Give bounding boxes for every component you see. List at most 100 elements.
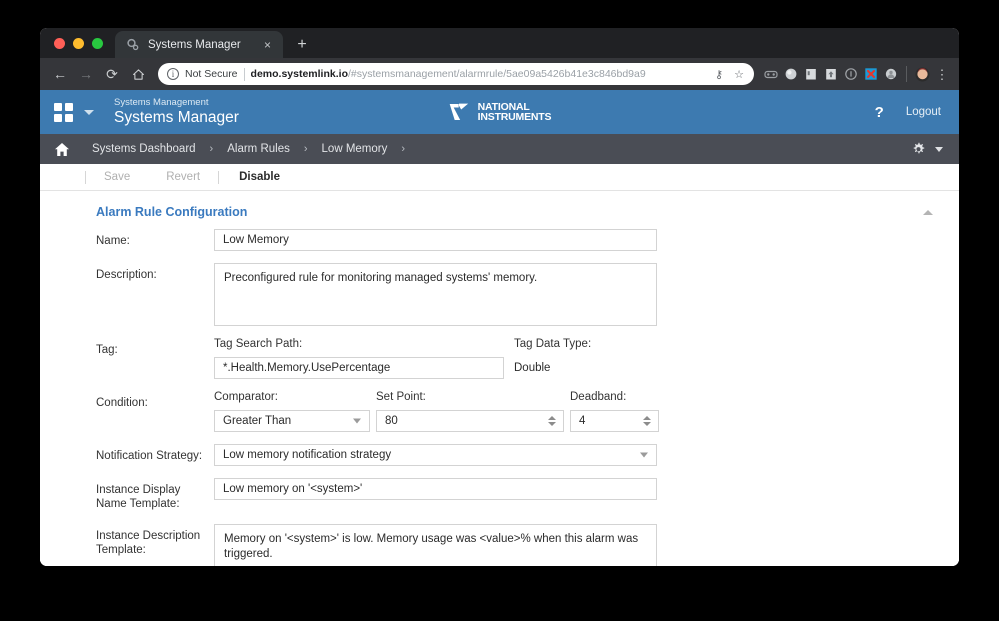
apps-grid-icon[interactable]: [54, 102, 73, 122]
profile-avatar[interactable]: [914, 66, 931, 83]
chevron-right-icon: ›: [303, 143, 308, 155]
save-button[interactable]: Save: [86, 171, 148, 183]
tag-data-type-group: Tag Data Type: Double: [514, 338, 955, 379]
name-input[interactable]: Low Memory: [214, 229, 657, 251]
reload-button[interactable]: ⟳: [100, 62, 124, 86]
toolbar-divider: [906, 66, 907, 82]
revert-button[interactable]: Revert: [148, 171, 218, 183]
national-instruments-logo: NATIONAL INSTRUMENTS: [448, 100, 552, 124]
new-tab-button[interactable]: +: [289, 31, 315, 58]
tag-label: Tag:: [96, 344, 118, 356]
gear-icon[interactable]: [911, 142, 926, 157]
close-window-button[interactable]: [54, 37, 65, 49]
goggles-icon[interactable]: [762, 66, 779, 83]
breadcrumb: Systems Dashboard › Alarm Rules › Low Me…: [92, 143, 419, 155]
display-name-template-field-group: Low memory on '<system>': [214, 478, 955, 512]
tag-search-path-group: Tag Search Path: *.Health.Memory.UsePerc…: [214, 338, 514, 379]
stepper-down-icon[interactable]: [643, 422, 651, 426]
form-row-tag: Tag: Tag Search Path: *.Health.Memory.Us…: [44, 338, 955, 379]
breadcrumb-item-systems-dashboard[interactable]: Systems Dashboard: [92, 143, 196, 155]
comparator-select[interactable]: Greater Than: [214, 410, 370, 432]
description-template-label: Instance Description Template:: [96, 529, 201, 557]
name-label: Name:: [96, 235, 130, 247]
upload-icon[interactable]: [822, 66, 839, 83]
page-title: Alarm Rule Configuration: [96, 205, 248, 219]
address-bar-divider: [243, 67, 245, 81]
circle-icon[interactable]: [782, 66, 799, 83]
browser-tab[interactable]: Systems Manager ×: [115, 31, 283, 58]
disable-button[interactable]: Disable: [219, 171, 298, 183]
bookmark-star-icon[interactable]: ☆: [732, 68, 746, 81]
breadcrumb-bar: Systems Dashboard › Alarm Rules › Low Me…: [40, 134, 959, 164]
browser-tab-title: Systems Manager: [148, 38, 241, 51]
notification-strategy-field-group: Low memory notification strategy: [214, 444, 955, 466]
tag-search-path-label: Tag Search Path:: [214, 338, 303, 350]
condition-label: Condition:: [96, 397, 148, 409]
description-template-textarea[interactable]: Memory on '<system>' is low. Memory usag…: [214, 523, 657, 566]
comparator-value: Greater Than: [223, 415, 292, 427]
description-template-field-group: Memory on '<system>' is low. Memory usag…: [214, 523, 955, 566]
ni-logo-line2: INSTRUMENTS: [477, 111, 552, 123]
address-bar-url: demo.systemlink.io/#systemsmanagement/al…: [251, 68, 706, 80]
url-domain: demo.systemlink.io: [250, 68, 348, 80]
condition-field-group: Comparator: Greater Than Set Point: 80 D…: [214, 391, 955, 432]
app-header-actions: ? Logout: [875, 104, 941, 121]
home-button[interactable]: [126, 62, 150, 86]
display-name-template-label: Instance Display Name Template:: [96, 484, 181, 511]
maximize-window-button[interactable]: [92, 37, 103, 49]
chevron-down-icon[interactable]: [935, 146, 943, 152]
help-button[interactable]: ?: [875, 104, 884, 121]
stepper-arrows-icon[interactable]: [548, 416, 556, 426]
comparator-label: Comparator:: [214, 391, 278, 403]
panel-header: Alarm Rule Configuration: [44, 191, 955, 219]
chevron-right-icon: ›: [401, 143, 406, 155]
info-circle-outline-icon[interactable]: [842, 66, 859, 83]
set-point-group: Set Point: 80: [376, 391, 570, 432]
minimize-window-button[interactable]: [73, 37, 84, 49]
action-toolbar: Save Revert Disable: [40, 164, 959, 191]
content-area: Alarm Rule Configuration Name: Low Memor…: [40, 191, 959, 566]
app-header: Systems Management Systems Manager NATIO…: [40, 90, 959, 134]
home-icon[interactable]: [54, 142, 70, 156]
description-field-group: Preconfigured rule for monitoring manage…: [214, 263, 955, 326]
back-button[interactable]: ←: [48, 62, 72, 86]
stepper-up-icon[interactable]: [643, 416, 651, 420]
info-circle-icon[interactable]: i: [167, 68, 179, 80]
app-subtitle: Systems Management: [114, 97, 209, 108]
set-point-label: Set Point:: [376, 391, 426, 403]
address-bar[interactable]: i Not Secure demo.systemlink.io/#systems…: [158, 63, 754, 85]
chevron-down-icon[interactable]: [84, 109, 94, 115]
description-textarea[interactable]: Preconfigured rule for monitoring manage…: [214, 263, 657, 326]
stepper-up-icon[interactable]: [548, 416, 556, 420]
key-icon[interactable]: ⚷: [712, 68, 726, 81]
note-icon[interactable]: [802, 66, 819, 83]
stepper-down-icon[interactable]: [548, 422, 556, 426]
chevron-down-icon: [640, 452, 648, 458]
chevron-up-icon[interactable]: [923, 209, 933, 215]
forward-button[interactable]: →: [74, 62, 98, 86]
notification-strategy-select[interactable]: Low memory notification strategy: [214, 444, 657, 466]
deadband-stepper[interactable]: 4: [570, 410, 659, 432]
tab-close-icon[interactable]: ×: [260, 37, 275, 52]
browser-tab-strip: Systems Manager × +: [40, 28, 959, 58]
application-area: Systems Management Systems Manager NATIO…: [40, 90, 959, 566]
logout-button[interactable]: Logout: [906, 106, 941, 118]
x-blue-icon[interactable]: [862, 66, 879, 83]
security-status-label: Not Secure: [185, 68, 238, 80]
form-row-description-template: Instance Description Template: Memory on…: [44, 523, 955, 566]
tag-search-path-input[interactable]: *.Health.Memory.UsePercentage: [214, 357, 504, 379]
gear-favicon-icon: [126, 38, 140, 52]
extension-icons: [762, 66, 931, 83]
breadcrumb-actions: [911, 142, 943, 157]
stepper-arrows-icon[interactable]: [643, 416, 651, 426]
chevron-right-icon: ›: [209, 143, 214, 155]
breadcrumb-item-low-memory[interactable]: Low Memory: [322, 143, 388, 155]
app-title-block: Systems Management Systems Manager: [114, 97, 239, 126]
set-point-stepper[interactable]: 80: [376, 410, 564, 432]
avatar-gray-icon[interactable]: [882, 66, 899, 83]
display-name-template-input[interactable]: Low memory on '<system>': [214, 478, 657, 500]
deadband-value: 4: [579, 415, 586, 427]
breadcrumb-item-alarm-rules[interactable]: Alarm Rules: [227, 143, 290, 155]
browser-nav-bar: ← → ⟳ i Not Secure demo.systemlink.io/#s…: [40, 58, 959, 90]
browser-menu-icon[interactable]: ⋮: [933, 68, 951, 81]
